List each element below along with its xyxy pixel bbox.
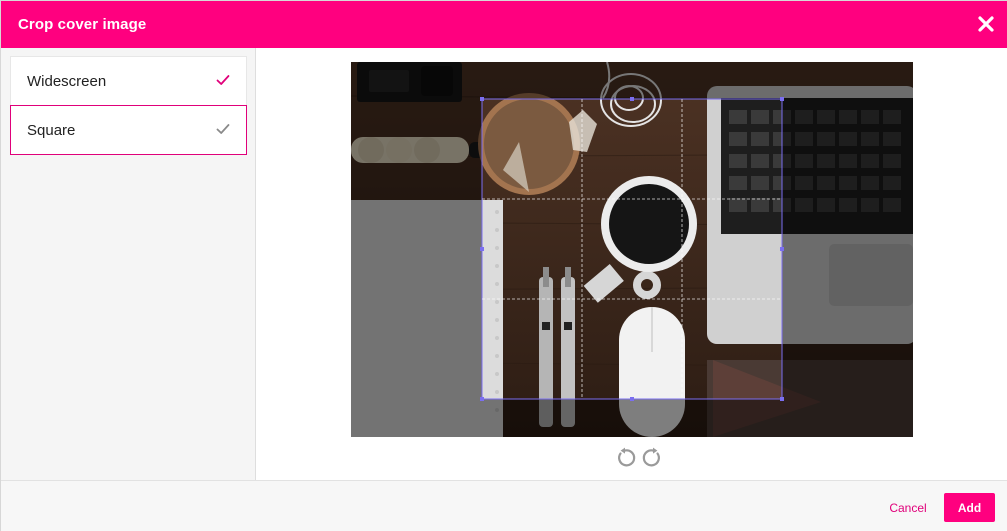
rotate-right-button[interactable] (642, 447, 664, 469)
dialog-header: Crop cover image (1, 1, 1007, 48)
dialog-footer: Cancel Add (1, 480, 1007, 531)
rotate-left-icon (618, 447, 636, 467)
option-widescreen[interactable]: Widescreen (10, 56, 247, 106)
check-icon (216, 124, 230, 134)
crop-dialog: Crop cover image Widescreen Square Cance… (0, 0, 1007, 531)
close-icon (978, 16, 994, 32)
crop-photo (351, 62, 913, 437)
close-button[interactable] (976, 14, 996, 34)
option-label: Square (27, 122, 76, 139)
dialog-title: Crop cover image (18, 16, 147, 33)
cancel-button[interactable]: Cancel (881, 494, 935, 522)
option-label: Widescreen (27, 73, 107, 90)
crop-stage (257, 48, 1007, 480)
check-icon (216, 75, 230, 85)
aspect-ratio-sidebar: Widescreen Square (1, 48, 256, 480)
option-square[interactable]: Square (10, 105, 247, 155)
add-button[interactable]: Add (944, 493, 995, 522)
rotate-left-button[interactable] (614, 447, 636, 469)
rotate-right-icon (642, 447, 660, 467)
